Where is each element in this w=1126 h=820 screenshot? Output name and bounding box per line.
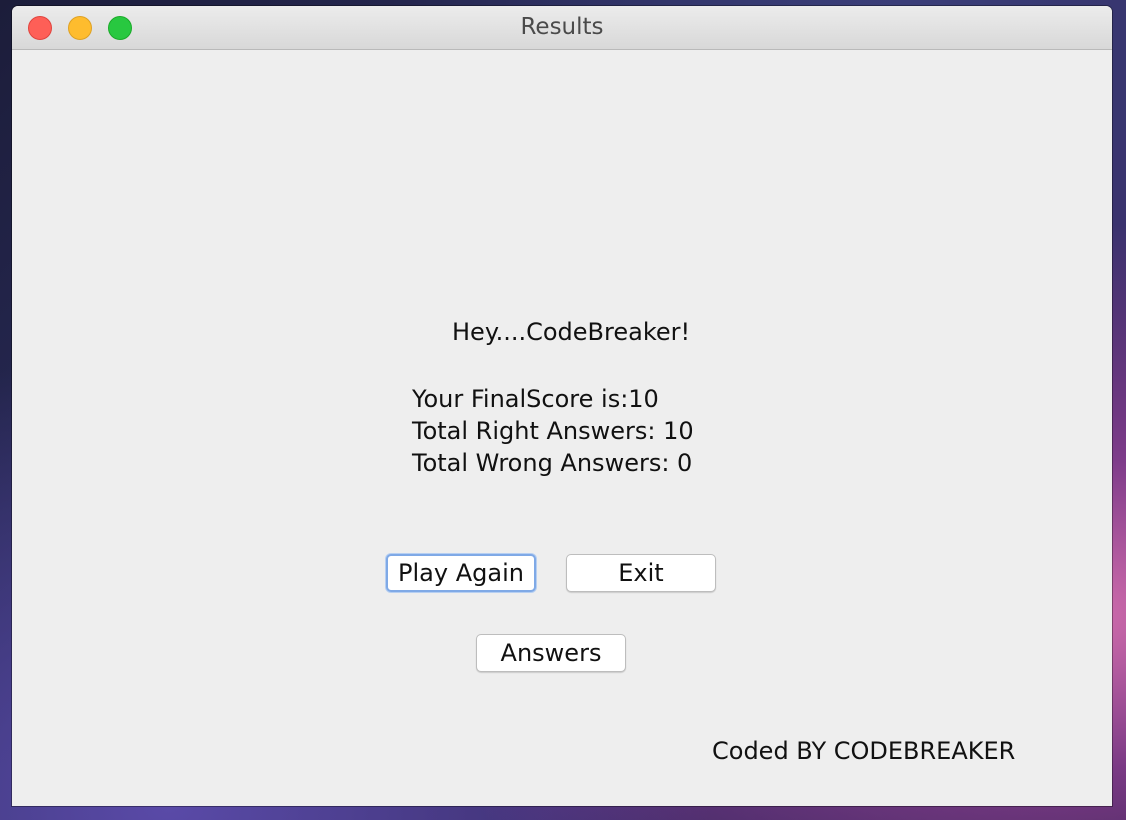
credit-label: Coded BY CODEBREAKER bbox=[712, 737, 1016, 765]
greeting-label: Hey....CodeBreaker! bbox=[452, 318, 691, 346]
results-window: Results Hey....CodeBreaker! Your FinalSc… bbox=[12, 6, 1112, 806]
window-title: Results bbox=[520, 14, 604, 40]
title-bar[interactable]: Results bbox=[12, 6, 1112, 50]
answers-button[interactable]: Answers bbox=[476, 634, 626, 672]
wrong-answers-label: Total Wrong Answers: 0 bbox=[412, 449, 693, 477]
play-again-button[interactable]: Play Again bbox=[386, 554, 536, 592]
exit-button[interactable]: Exit bbox=[566, 554, 716, 592]
results-panel: Hey....CodeBreaker! Your FinalScore is:1… bbox=[12, 50, 1112, 806]
final-score-label: Your FinalScore is:10 bbox=[412, 385, 659, 413]
right-answers-label: Total Right Answers: 10 bbox=[412, 417, 694, 445]
